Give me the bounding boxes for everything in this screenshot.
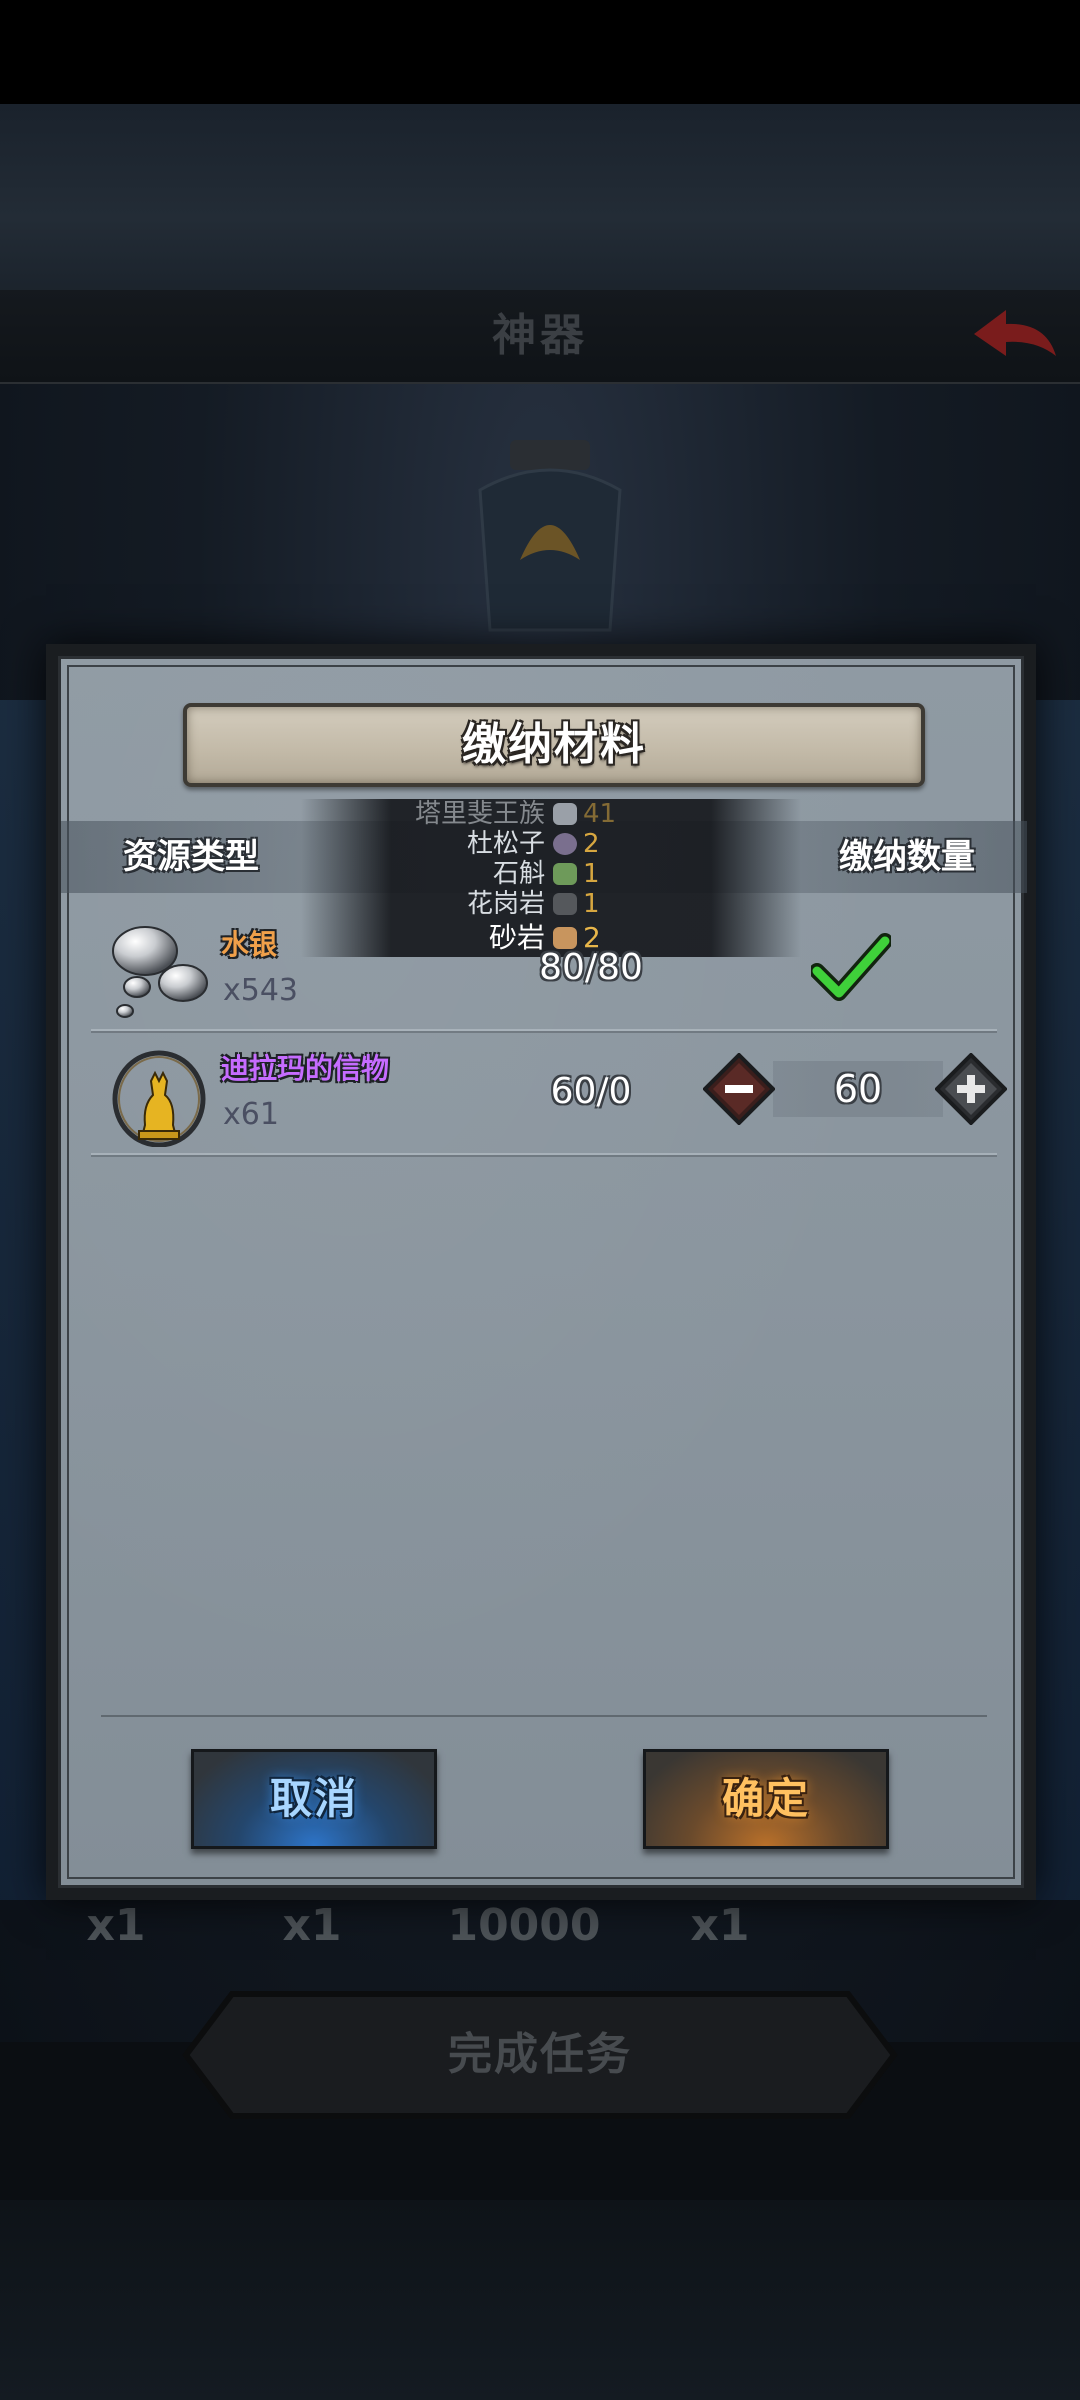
checkmark-icon bbox=[811, 933, 891, 1001]
tooltip-row: 塔里斐王族 41 bbox=[301, 799, 801, 829]
tooltip-item-name: 杜松子 bbox=[466, 829, 545, 859]
reward-count: 10000 bbox=[447, 1900, 601, 1951]
screen-title: 神器 bbox=[492, 310, 588, 361]
tooltip-item-name: 塔里斐王族 bbox=[414, 799, 545, 829]
artifact-illustration bbox=[478, 440, 622, 632]
cancel-button[interactable]: 取消 bbox=[191, 1749, 437, 1849]
dialog-panel: 缴纳材料 资源类型 缴纳数量 塔里斐王族 41 杜松子 2 石斛 1 花岗岩 1… bbox=[58, 656, 1027, 1888]
material-owned-count: x543 bbox=[223, 973, 299, 1008]
confirm-button[interactable]: 确定 bbox=[643, 1749, 889, 1849]
tooltip-row: 石斛 1 bbox=[301, 859, 801, 889]
tooltip-row: 杜松子 2 bbox=[301, 829, 801, 859]
back-arrow-icon[interactable] bbox=[966, 304, 1062, 368]
quantity-stepper: 60 bbox=[703, 1049, 1007, 1129]
background-band bbox=[0, 104, 1080, 294]
background-side-glow bbox=[1030, 700, 1080, 1900]
mercury-icon bbox=[112, 926, 208, 1018]
complete-task-button[interactable]: 完成任务 bbox=[182, 1990, 898, 2120]
material-progress: 60/0 bbox=[550, 1071, 632, 1112]
berries-icon bbox=[553, 833, 577, 855]
column-submit-amount: 缴纳数量 bbox=[839, 837, 975, 877]
background-bottom bbox=[0, 2200, 1080, 2400]
material-row: 迪拉玛的信物 x61 60/0 60 bbox=[91, 1035, 1007, 1155]
reward-list: x1 x1 10000 x1 bbox=[0, 1900, 1080, 1960]
tooltip-item-count: 41 bbox=[583, 799, 617, 829]
dialog-title: 缴纳材料 bbox=[462, 719, 646, 770]
tooltip-item-count: 1 bbox=[583, 859, 600, 889]
divider bbox=[101, 1715, 987, 1717]
herb-icon bbox=[553, 863, 577, 885]
column-resource-type: 资源类型 bbox=[123, 837, 259, 877]
reward-count: x1 bbox=[86, 1900, 146, 1951]
decrease-button[interactable] bbox=[703, 1053, 775, 1125]
tooltip-item-count: 2 bbox=[583, 829, 600, 859]
minus-icon bbox=[725, 1085, 753, 1093]
material-name: 迪拉玛的信物 bbox=[221, 1052, 390, 1085]
cancel-button-label: 取消 bbox=[269, 1774, 358, 1823]
reward-count: x1 bbox=[690, 1900, 750, 1951]
confirm-button-label: 确定 bbox=[721, 1774, 810, 1823]
dialog-title-plate: 缴纳材料 bbox=[183, 703, 925, 787]
tooltip-item-name: 石斛 bbox=[492, 859, 545, 889]
flower-icon bbox=[553, 803, 577, 825]
screen-header: 神器 bbox=[0, 290, 1080, 384]
material-name: 水银 bbox=[221, 928, 278, 961]
reward-count: x1 bbox=[282, 1900, 342, 1951]
increase-button[interactable] bbox=[935, 1053, 1007, 1125]
status-bar-area bbox=[0, 0, 1080, 104]
material-owned-count: x61 bbox=[223, 1097, 279, 1132]
golden-cat-statue-icon bbox=[112, 1050, 206, 1147]
quantity-value[interactable]: 60 bbox=[773, 1061, 943, 1117]
submit-materials-dialog: 缴纳材料 资源类型 缴纳数量 塔里斐王族 41 杜松子 2 石斛 1 花岗岩 1… bbox=[46, 644, 1036, 1900]
material-progress: 80/80 bbox=[539, 947, 643, 988]
material-row: 水银 x543 80/80 bbox=[91, 911, 997, 1031]
